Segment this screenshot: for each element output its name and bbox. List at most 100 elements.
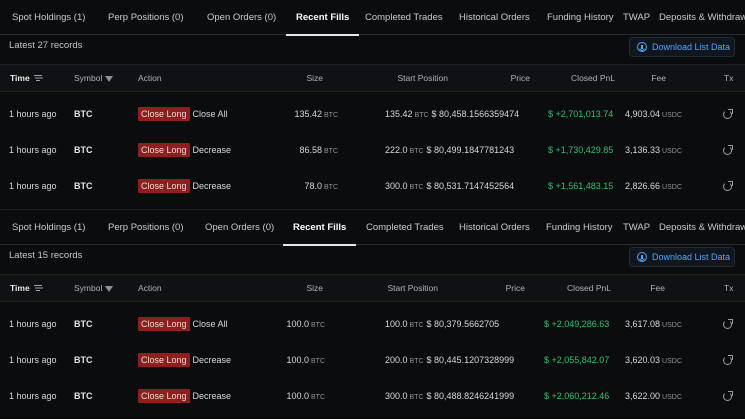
start-position-value: 100.0 (385, 319, 408, 329)
fee-unit: USDC (662, 358, 682, 365)
table-row: 1 hours ago BTC Close Long Decrease 86.58 BTC… (0, 132, 745, 168)
direction-badge: Close Long (138, 389, 190, 403)
direction-badge: Close Long (138, 143, 190, 157)
tab-historical-orders[interactable]: Historical Orders (459, 0, 530, 35)
start-position-cell: 300.0 BTC $ 80,531.7147452564 (385, 168, 514, 206)
fee-cell: 2,826.66 USDC (625, 168, 682, 206)
tab-recent-fills[interactable]: Recent Fills (282, 210, 357, 246)
tab-historical-orders[interactable]: Historical Orders (459, 210, 530, 245)
fee-value: 3,617.08 (625, 319, 661, 329)
col-header-label: Fee (651, 73, 666, 83)
fee-unit: USDC (662, 394, 682, 401)
start-position-cell: 100.0 BTC $ 80,379.5662705 (385, 306, 499, 344)
closed-pnl-cell: $ +2,701,013.74 (548, 109, 614, 119)
price-value: $ 80,379.5662705 (426, 319, 500, 329)
sort-icon[interactable] (33, 285, 42, 291)
table-row: 1 hours ago BTC Close Long Decrease 100.0 BTC… (0, 378, 745, 414)
symbol-cell: BTC (74, 355, 93, 365)
tab-funding-history[interactable]: Funding History (546, 210, 613, 245)
size-value: 100.0 (286, 319, 309, 329)
symbol-cell: BTC (74, 181, 93, 191)
tab-funding-history[interactable]: Funding History (547, 0, 614, 35)
symbol-cell: BTC (74, 145, 93, 155)
sort-icon[interactable] (33, 75, 42, 81)
col-header-symbol[interactable]: Symbol (74, 65, 114, 92)
download-list-button[interactable]: Download List Data (629, 37, 735, 57)
size-value: 100.0 (286, 355, 309, 365)
price-value: $ 80,488.8246241999 (426, 391, 515, 401)
size-value: 100.0 (286, 391, 309, 401)
fee-cell: 3,136.33 USDC (625, 132, 682, 170)
price-value: $ 80,458.1566359474 (431, 109, 520, 119)
filter-icon[interactable] (105, 286, 114, 292)
fee-unit: USDC (662, 148, 682, 155)
tab-spot-holdings-1[interactable]: Spot Holdings (1) (12, 210, 85, 245)
tab-perp-positions-0[interactable]: Perp Positions (0) (108, 0, 184, 35)
col-header-label: Tx (724, 73, 734, 83)
size-unit: BTC (324, 184, 338, 191)
time-cell: 1 hours ago (9, 355, 57, 365)
start-position-unit: BTC (409, 148, 424, 155)
tab-deposits-withdraw[interactable]: Deposits & Withdraw (659, 210, 745, 245)
records-count: Latest 15 records (9, 250, 83, 261)
external-link-icon[interactable] (723, 355, 733, 365)
action-label: Decrease (192, 181, 232, 191)
size-cell: 100.0 BTC (286, 378, 325, 416)
external-link-icon[interactable] (723, 109, 733, 119)
col-header-label: Start Position (387, 283, 438, 293)
time-cell: 1 hours ago (9, 145, 57, 155)
col-header-fee: Fee (650, 275, 665, 302)
price-value: $ 80,445.1207328999 (426, 355, 515, 365)
start-position-unit: BTC (409, 322, 424, 329)
fills-screens: Spot Holdings (1) Perp Positions (0) Open … (0, 0, 745, 418)
col-header-action: Action (138, 275, 162, 302)
start-position-unit: BTC (409, 394, 424, 401)
tab-recent-fills[interactable]: Recent Fills (285, 0, 360, 36)
tab-twap[interactable]: TWAP (623, 210, 650, 245)
direction-badge: Close Long (138, 353, 190, 367)
size-cell: 78.0 BTC (304, 168, 338, 206)
start-position-unit: BTC (414, 112, 429, 119)
size-unit: BTC (324, 112, 338, 119)
tab-spot-holdings-1[interactable]: Spot Holdings (1) (12, 0, 85, 35)
start-position-unit: BTC (409, 184, 424, 191)
fee-value: 4,903.04 (625, 109, 661, 119)
symbol-cell: BTC (74, 109, 93, 119)
external-link-icon[interactable] (723, 145, 733, 155)
col-header-time[interactable]: Time (10, 65, 42, 92)
tab-completed-trades[interactable]: Completed Trades (366, 210, 444, 245)
col-header-symbol[interactable]: Symbol (74, 275, 114, 302)
external-link-icon[interactable] (723, 391, 733, 401)
col-header-tx: Tx (724, 275, 733, 302)
table-row: 1 hours ago BTC Close Long Close All 135.42 B… (0, 96, 745, 132)
col-header-fee: Fee (651, 65, 666, 92)
size-cell: 86.58 BTC (299, 132, 338, 170)
direction-badge: Close Long (138, 317, 190, 331)
tab-deposits-withdraw[interactable]: Deposits & Withdraw (659, 0, 745, 35)
col-header-size: Size (306, 275, 323, 302)
tab-open-orders-0[interactable]: Open Orders (0) (205, 210, 274, 245)
start-position-value: 135.42 (385, 109, 413, 119)
tab-twap[interactable]: TWAP (623, 0, 650, 35)
tab-perp-positions-0[interactable]: Perp Positions (0) (108, 210, 184, 245)
records-count: Latest 27 records (9, 40, 83, 51)
fills-panel: Spot Holdings (1) Perp Positions (0) Open … (0, 0, 745, 209)
start-position-cell: 200.0 BTC $ 80,445.1207328999 (385, 342, 514, 380)
download-list-button[interactable]: Download List Data (629, 247, 735, 267)
col-header-label: Closed PnL (571, 73, 615, 83)
col-header-start-position: Start Position (397, 65, 448, 92)
time-cell: 1 hours ago (9, 391, 57, 401)
external-link-icon[interactable] (723, 319, 733, 329)
filter-icon[interactable] (105, 76, 114, 82)
start-position-value: 300.0 (385, 181, 408, 191)
col-header-time[interactable]: Time (10, 275, 42, 302)
start-position-value: 222.0 (385, 145, 408, 155)
closed-pnl-cell: $ +1,730,429.85 (548, 145, 614, 155)
download-label: Download List Data (652, 42, 731, 52)
action-label: Close All (192, 319, 228, 329)
col-header-price: Price (506, 275, 525, 302)
tab-open-orders-0[interactable]: Open Orders (0) (207, 0, 276, 35)
tab-completed-trades[interactable]: Completed Trades (365, 0, 443, 35)
closed-pnl-cell: $ +2,055,842.07 (544, 355, 610, 365)
external-link-icon[interactable] (723, 181, 733, 191)
